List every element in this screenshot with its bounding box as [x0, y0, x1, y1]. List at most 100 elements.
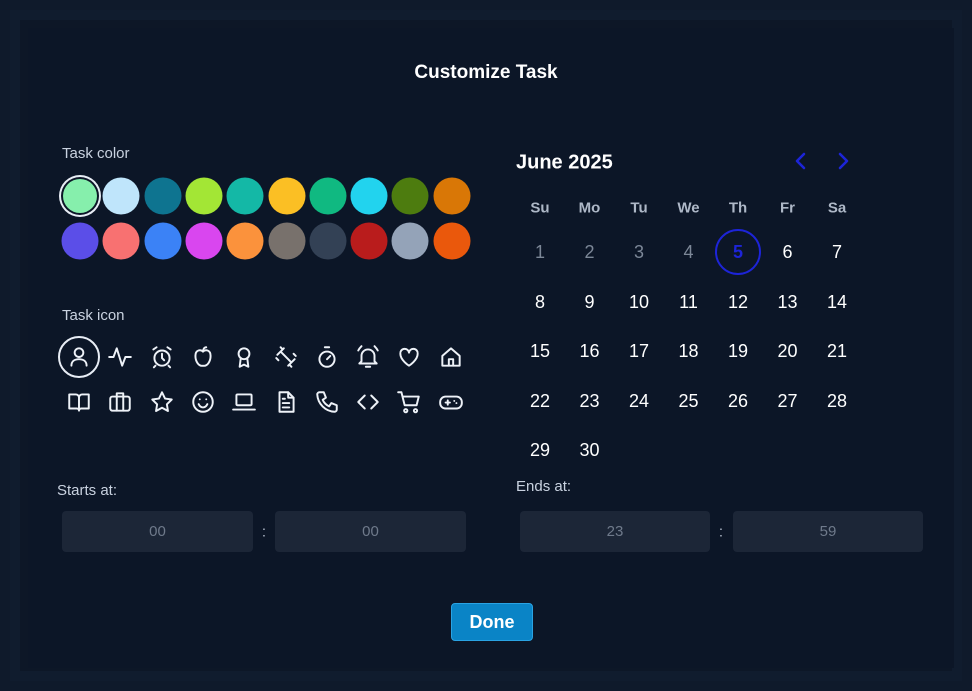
color-swatch[interactable] [433, 222, 471, 260]
file-text-icon-option[interactable] [266, 382, 306, 422]
color-swatch[interactable] [185, 222, 223, 260]
calendar-day-today[interactable]: 5 [715, 229, 761, 275]
shopping-cart-icon-option[interactable] [389, 382, 429, 422]
color-swatch[interactable] [350, 177, 388, 215]
calendar-day[interactable]: 1 [518, 230, 562, 274]
alarm-clock-icon-option[interactable] [142, 337, 182, 377]
calendar-day[interactable]: 28 [815, 379, 859, 423]
calendar-day[interactable]: 18 [667, 329, 711, 373]
done-button[interactable]: Done [451, 603, 533, 641]
smile-icon-option[interactable] [183, 382, 223, 422]
start-minute-input[interactable]: 00 [275, 511, 466, 552]
calendar-day[interactable]: 19 [716, 329, 760, 373]
calendar-day[interactable]: 24 [617, 379, 661, 423]
calendar-day[interactable]: 15 [518, 329, 562, 373]
apple-icon [194, 346, 212, 367]
calendar-day[interactable]: 12 [716, 280, 760, 324]
color-swatch[interactable] [268, 177, 305, 215]
timer-icon-option[interactable] [307, 337, 347, 377]
color-swatch[interactable] [309, 222, 347, 260]
calendar-day[interactable]: 27 [766, 379, 810, 423]
color-swatch[interactable] [268, 222, 305, 260]
start-hour-input[interactable]: 00 [62, 511, 253, 552]
color-swatch[interactable] [144, 222, 182, 260]
calendar-day[interactable]: 25 [667, 379, 711, 423]
apple-icon-option[interactable] [183, 337, 223, 377]
award-icon-option[interactable] [224, 337, 264, 377]
calendar-day[interactable]: 16 [568, 329, 612, 373]
calendar-day[interactable]: 14 [815, 280, 859, 324]
smile-icon [192, 391, 214, 413]
end-time-separator: : [718, 523, 724, 541]
calendar-day[interactable]: 17 [617, 329, 661, 373]
laptop-icon-option[interactable] [224, 382, 264, 422]
calendar-day[interactable]: 26 [716, 379, 760, 423]
award-icon [237, 347, 251, 368]
calendar-day[interactable]: 4 [667, 230, 711, 274]
calendar-day[interactable]: 29 [518, 428, 562, 472]
gamepad-icon-option[interactable] [431, 382, 471, 422]
color-swatch[interactable] [102, 222, 140, 260]
task-icon-label: Task icon [62, 307, 125, 324]
color-swatch[interactable] [309, 177, 347, 215]
file-text-icon [278, 391, 295, 413]
starts-at-label: Starts at: [57, 482, 118, 499]
briefcase-icon-option[interactable] [100, 382, 140, 422]
chevron-right-icon [838, 152, 849, 170]
star-icon-option[interactable] [142, 382, 182, 422]
calendar-day[interactable]: 23 [568, 379, 612, 423]
dumbbell-icon [274, 346, 297, 368]
heart-icon-option[interactable] [389, 337, 429, 377]
activity-icon-option[interactable] [100, 337, 140, 377]
book-open-icon-option[interactable] [59, 382, 99, 422]
shopping-cart-icon [397, 391, 421, 414]
phone-icon-option[interactable] [307, 382, 347, 422]
code-icon [357, 394, 379, 410]
color-swatch[interactable] [433, 177, 471, 215]
calendar-day[interactable]: 11 [667, 280, 711, 324]
briefcase-icon [109, 392, 132, 412]
calendar-day[interactable]: 6 [766, 230, 810, 274]
calendar-day[interactable]: 13 [766, 280, 810, 324]
user-icon-option[interactable] [58, 336, 100, 378]
color-swatch[interactable] [63, 179, 97, 213]
weekday-header: Mo [578, 199, 601, 217]
ends-at-label: Ends at: [516, 478, 572, 495]
previous-month-button[interactable] [789, 149, 813, 173]
end-hour-input[interactable]: 23 [520, 511, 710, 552]
color-swatch[interactable] [226, 177, 264, 215]
weekday-header: Th [728, 199, 748, 217]
weekday-header: Su [530, 199, 550, 217]
calendar-day[interactable]: 21 [815, 329, 859, 373]
calendar-day[interactable]: 9 [568, 280, 612, 324]
color-swatch[interactable] [226, 222, 264, 260]
weekday-header: Sa [827, 199, 847, 217]
calendar-day[interactable]: 22 [518, 379, 562, 423]
calendar-day[interactable]: 10 [617, 280, 661, 324]
calendar-day[interactable]: 30 [568, 428, 612, 472]
calendar-month-label: June 2025 [516, 151, 613, 174]
color-swatch[interactable] [350, 222, 388, 260]
calendar-day[interactable]: 2 [568, 230, 612, 274]
color-swatch[interactable] [391, 222, 429, 260]
weekday-header: We [677, 199, 700, 217]
bell-ring-icon [357, 345, 379, 368]
start-time-separator: : [261, 523, 267, 541]
code-icon-option[interactable] [348, 382, 388, 422]
home-icon-option[interactable] [431, 337, 471, 377]
calendar-day[interactable]: 7 [815, 230, 859, 274]
color-swatch[interactable] [391, 177, 429, 215]
laptop-icon [232, 393, 256, 411]
next-month-button[interactable] [831, 149, 855, 173]
calendar-day[interactable]: 20 [766, 329, 810, 373]
color-swatch[interactable] [144, 177, 182, 215]
calendar-day[interactable]: 3 [617, 230, 661, 274]
color-swatch[interactable] [61, 222, 99, 260]
color-swatch[interactable] [185, 177, 223, 215]
color-swatch[interactable] [102, 177, 140, 215]
bell-ring-icon-option[interactable] [348, 337, 388, 377]
dumbbell-icon-option[interactable] [266, 337, 306, 377]
calendar-day[interactable]: 8 [518, 280, 562, 324]
gamepad-icon [438, 395, 463, 410]
end-minute-input[interactable]: 59 [733, 511, 923, 552]
